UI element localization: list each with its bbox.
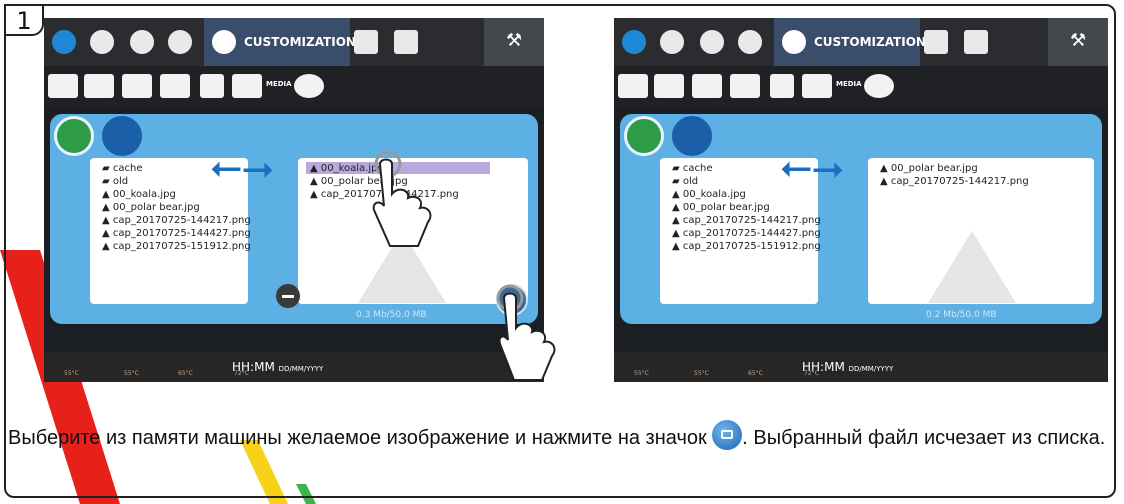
video-mode-button[interactable]: [102, 116, 142, 156]
status-bar: HH:MM DD/MM/YYYY 55°C 55°C 65°C 72°C: [44, 352, 544, 382]
temp-1: 55°C: [64, 370, 79, 377]
cup-icon[interactable]: [130, 30, 154, 54]
screen-right: CUSTOMIZATION MEDIA ▰ cache ▰ old ▲ 00_k…: [614, 18, 1108, 382]
pointing-hand-icon: [372, 150, 432, 247]
temp-2: 55°C: [124, 370, 139, 377]
video-mode-button[interactable]: [672, 116, 712, 156]
tab-customization-label: CUSTOMIZATION: [244, 35, 356, 49]
user-icon[interactable]: [394, 30, 418, 54]
settings-wrench-icon[interactable]: [484, 18, 544, 66]
remove-button[interactable]: [276, 284, 300, 308]
list-item[interactable]: ▲ cap_20170725-144427.png: [102, 227, 251, 240]
book-image-icon[interactable]: [84, 74, 114, 98]
screen-image-icon[interactable]: [122, 74, 152, 98]
palette-icon[interactable]: [294, 74, 324, 98]
document-icon[interactable]: [354, 30, 378, 54]
sub-toolbar: MEDIA: [614, 66, 1108, 108]
temp-3: 65°C: [178, 370, 193, 377]
cup-icon[interactable]: [700, 30, 724, 54]
step-number: 1: [4, 4, 44, 36]
tab-customization-label: CUSTOMIZATION: [814, 35, 926, 49]
temp-3: 65°C: [748, 370, 763, 377]
memory-usage: 0.3 Mb/50.0 MB: [356, 310, 427, 320]
media-panel: ▰ cache ▰ old ▲ 00_koala.jpg ▲ 00_polar …: [620, 114, 1102, 324]
media-folder-icon[interactable]: [802, 74, 832, 98]
temp-2: 55°C: [694, 370, 709, 377]
media-folder-icon[interactable]: [232, 74, 262, 98]
list-item[interactable]: ▲ cap_20170725-144217.png: [672, 214, 821, 227]
image-placeholder-icon: [928, 218, 1016, 303]
info-icon[interactable]: [168, 30, 192, 54]
usb-icon: ⭠⭢: [780, 144, 844, 190]
clock-icon[interactable]: [90, 30, 114, 54]
document-icon[interactable]: [924, 30, 948, 54]
list-item[interactable]: ▲ 00_polar bear.jpg: [880, 162, 1094, 175]
pointing-hand-icon: [496, 284, 556, 381]
image-mode-button[interactable]: [54, 116, 94, 156]
speaker-icon[interactable]: [770, 74, 794, 98]
instruction-caption: Выберите из памяти машины желаемое изобр…: [8, 420, 1118, 454]
caption-text-before: Выберите из памяти машины желаемое изобр…: [8, 427, 713, 449]
memory-usage: 0.2 Mb/50.0 MB: [926, 310, 997, 320]
list-item[interactable]: ▲ cap_20170725-151912.png: [102, 240, 251, 253]
top-toolbar: CUSTOMIZATION: [44, 18, 544, 66]
top-toolbar: CUSTOMIZATION: [614, 18, 1108, 66]
user-icon[interactable]: [964, 30, 988, 54]
clock-icon[interactable]: [660, 30, 684, 54]
add-image-icon: [712, 420, 743, 450]
info-icon[interactable]: [738, 30, 762, 54]
list-item[interactable]: ▲ 00_polar bear.jpg: [672, 201, 818, 214]
list-item[interactable]: ▲ cap_20170725-151912.png: [672, 240, 821, 253]
temp-4: 72°C: [804, 370, 819, 377]
screen-left: CUSTOMIZATION MEDIA ▰ cache ▰ old ▲ 00_k…: [44, 18, 544, 382]
media-panel: ▰ cache ▰ old ▲ 00_koala.jpg ▲ 00_polar …: [50, 114, 538, 324]
image-mode-button[interactable]: [624, 116, 664, 156]
list-item[interactable]: ▲ 00_polar bear.jpg: [102, 201, 248, 214]
palette-icon[interactable]: [864, 74, 894, 98]
status-bar: HH:MM DD/MM/YYYY 55°C 55°C 65°C 72°C: [614, 352, 1108, 382]
speaker-icon[interactable]: [200, 74, 224, 98]
list-item[interactable]: ▲ cap_20170725-144427.png: [672, 227, 821, 240]
settings-wrench-icon[interactable]: [1048, 18, 1108, 66]
water-drop-icon[interactable]: [622, 30, 646, 54]
usb-icon: ⭠⭢: [210, 144, 274, 190]
water-drop-icon[interactable]: [52, 30, 76, 54]
pencil-icon: [212, 30, 236, 54]
list-item[interactable]: ▲ cap_20170725-144217.png: [880, 175, 1094, 188]
temp-4: 72°C: [234, 370, 249, 377]
screensaver-icon[interactable]: [160, 74, 190, 98]
list-item[interactable]: ▲ cap_20170725-144217.png: [102, 214, 251, 227]
pencil-icon: [782, 30, 806, 54]
temp-1: 55°C: [634, 370, 649, 377]
caption-text-after: . Выбранный файл исчезает из списка.: [742, 427, 1106, 449]
tab-customization[interactable]: CUSTOMIZATION: [774, 18, 926, 66]
tab-customization[interactable]: CUSTOMIZATION: [204, 18, 356, 66]
book-image-icon[interactable]: [654, 74, 684, 98]
book-icon[interactable]: [618, 74, 648, 98]
book-icon[interactable]: [48, 74, 78, 98]
screensaver-icon[interactable]: [730, 74, 760, 98]
screen-image-icon[interactable]: [692, 74, 722, 98]
media-label: MEDIA: [836, 80, 862, 88]
media-label: MEDIA: [266, 80, 292, 88]
sub-toolbar: MEDIA: [44, 66, 544, 108]
usb-file-list[interactable]: ▲ 00_polar bear.jpg ▲ cap_20170725-14421…: [868, 158, 1094, 304]
